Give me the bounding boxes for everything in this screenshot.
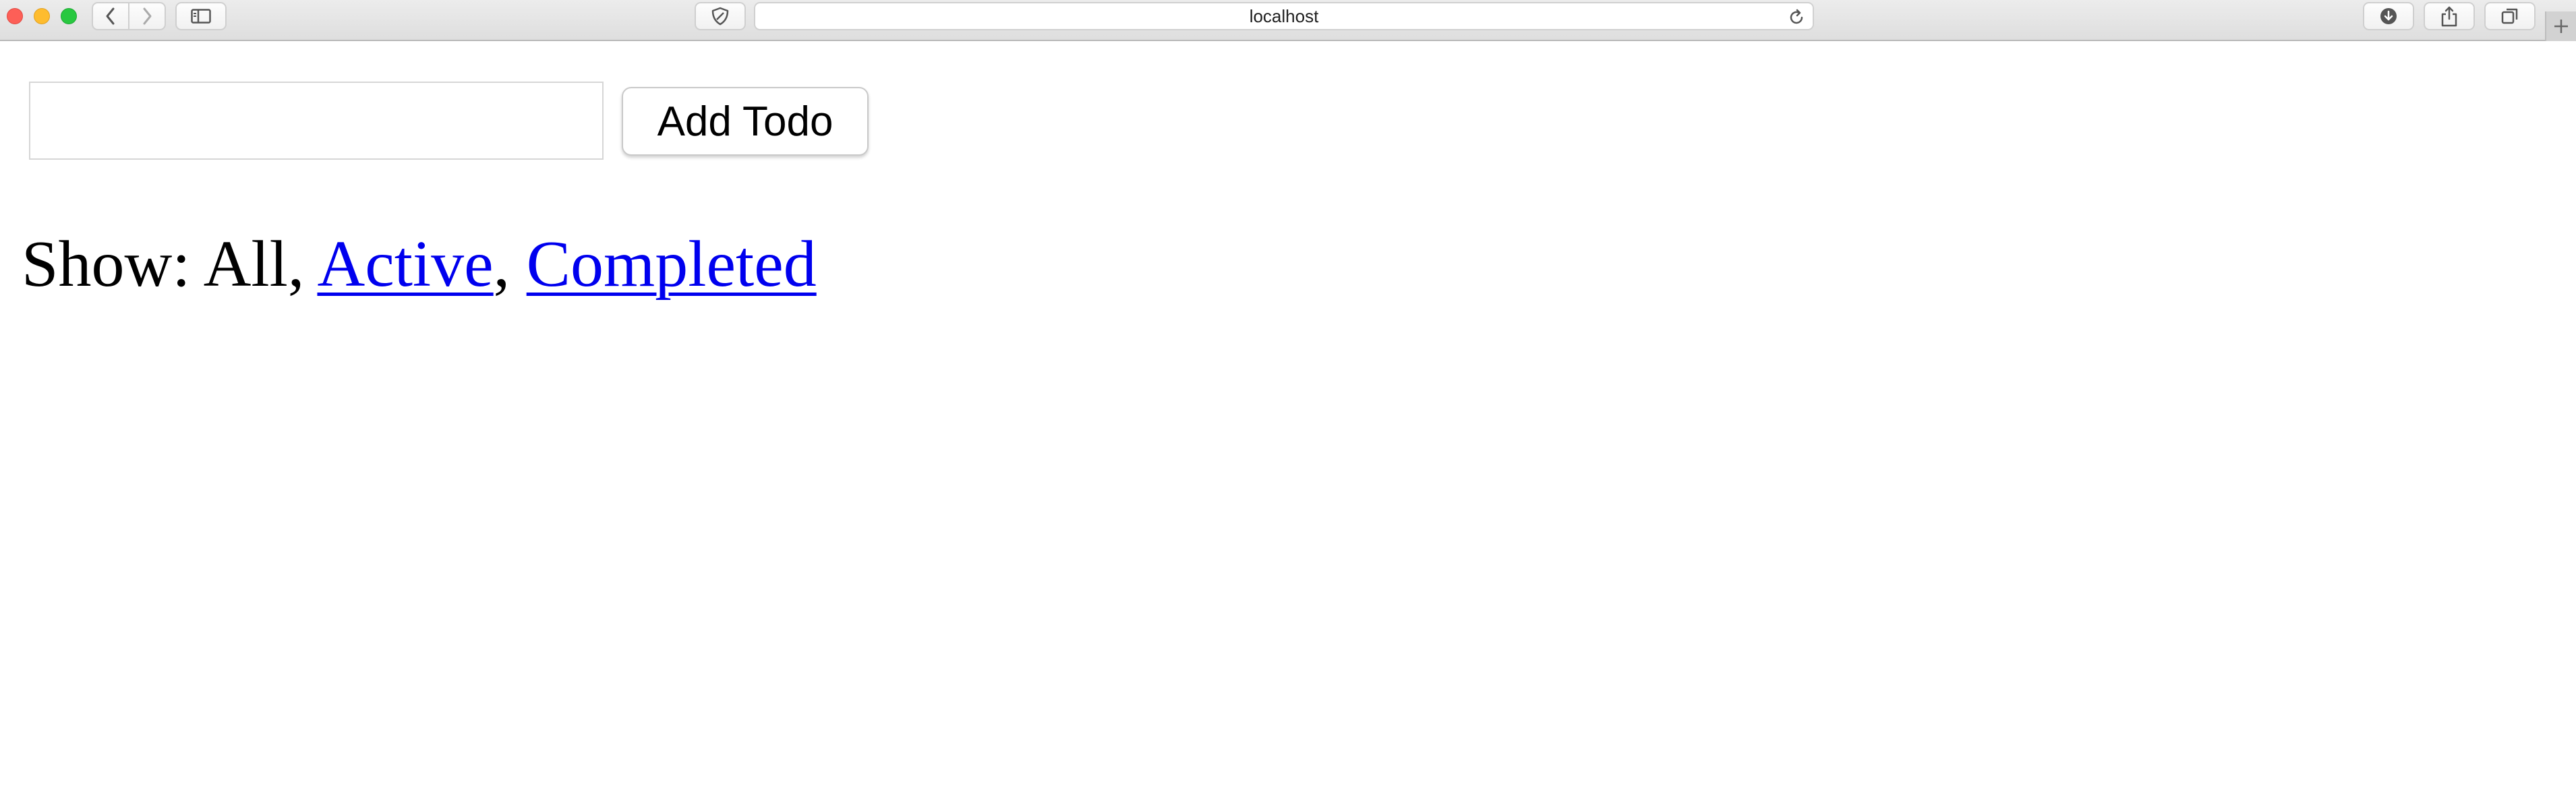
show-tabs-button[interactable] [2484, 2, 2536, 30]
add-todo-button[interactable]: Add Todo [622, 87, 869, 156]
share-button[interactable] [2424, 2, 2475, 30]
address-text: localhost [1249, 6, 1319, 26]
forward-button[interactable] [128, 2, 166, 30]
address-bar[interactable]: localhost [754, 2, 1814, 30]
filter-bar: Show: All, Active, Completed [22, 228, 817, 302]
filter-completed-link[interactable]: Completed [527, 228, 817, 301]
filter-separator: , [493, 228, 527, 301]
filter-active-link[interactable]: Active [317, 228, 493, 301]
sidebar-icon [191, 9, 211, 24]
tabs-icon [2501, 8, 2518, 24]
reload-icon[interactable] [1787, 8, 1806, 27]
filter-separator: , [287, 228, 318, 301]
browser-toolbar: localhost [0, 0, 2576, 41]
minimize-window-button[interactable] [34, 8, 50, 24]
maximize-window-button[interactable] [61, 8, 77, 24]
chevron-right-icon [143, 7, 152, 25]
chevron-left-icon [106, 7, 115, 25]
share-icon [2441, 6, 2457, 27]
plus-icon [2554, 20, 2568, 33]
download-icon [2380, 8, 2397, 24]
shield-icon [711, 7, 729, 26]
downloads-button[interactable] [2363, 2, 2414, 30]
close-window-button[interactable] [7, 8, 23, 24]
privacy-report-button[interactable] [695, 2, 746, 30]
back-button[interactable] [92, 2, 129, 30]
filter-all-current: All [203, 228, 288, 301]
todo-input[interactable] [29, 82, 604, 160]
new-tab-button[interactable] [2545, 11, 2576, 41]
filter-prefix: Show: [22, 228, 204, 301]
sidebar-toggle-button[interactable] [175, 2, 227, 30]
